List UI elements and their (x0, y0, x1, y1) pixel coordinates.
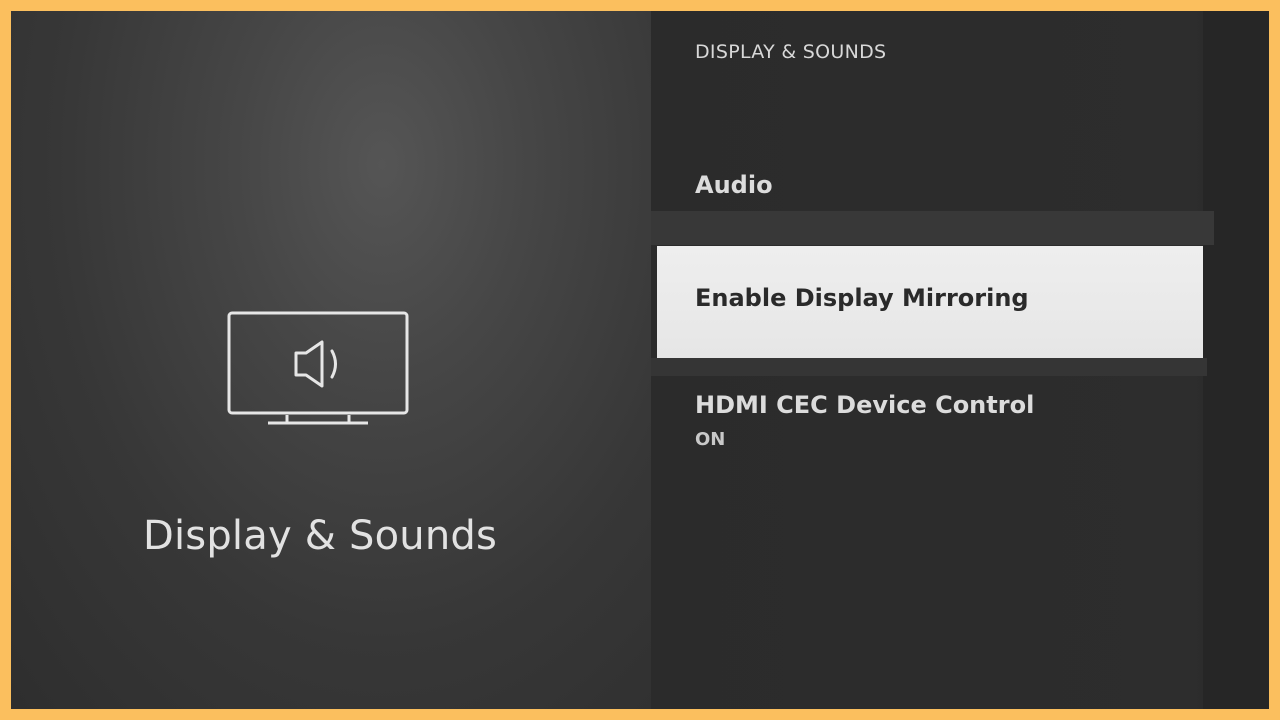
menu-item-label: Enable Display Mirroring (695, 284, 1029, 312)
menu-item-status: ON (695, 429, 726, 450)
menu-item-label: HDMI CEC Device Control (695, 391, 1035, 419)
focus-shadow-under (651, 358, 1207, 376)
category-title: Display & Sounds (142, 513, 498, 559)
screen-frame: Display & Sounds DISPLAY & SOUNDS Audio … (0, 0, 1280, 720)
section-header: DISPLAY & SOUNDS (695, 41, 887, 63)
focus-shadow (651, 211, 1214, 245)
menu-item-hdmi-cec-device-control[interactable]: HDMI CEC Device Control ON (651, 391, 1203, 471)
menu-item-label: Audio (695, 171, 773, 199)
menu-item-enable-display-mirroring[interactable]: Enable Display Mirroring (657, 246, 1203, 358)
tv-speaker-icon (227, 311, 409, 425)
panel-edge (1203, 11, 1269, 709)
settings-menu-panel: DISPLAY & SOUNDS Audio Enable Display Mi… (651, 11, 1269, 709)
menu-item-audio[interactable]: Audio (651, 161, 1203, 211)
category-hero-panel: Display & Sounds (11, 11, 651, 709)
